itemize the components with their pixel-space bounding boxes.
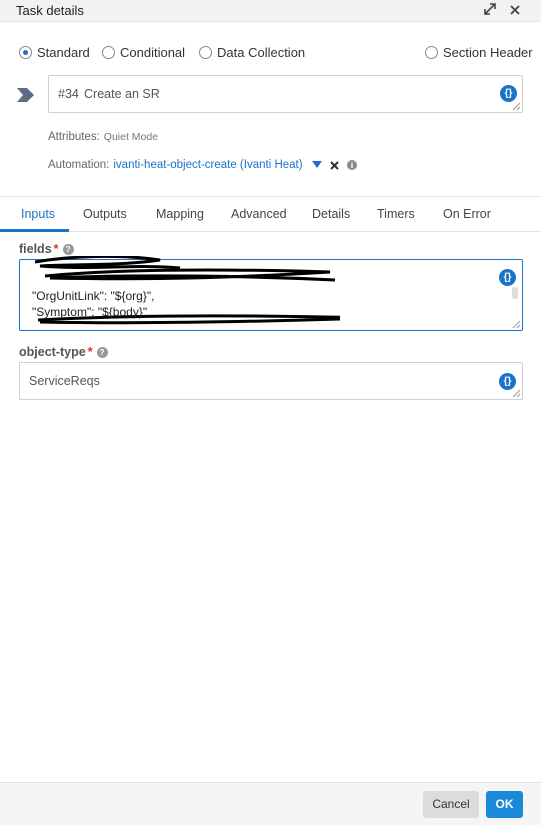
fields-textarea[interactable]: "OrgUnitLink": "${org}", "Symptom": "${b… xyxy=(19,256,523,331)
tab-bar: Inputs Outputs Mapping Advanced Details … xyxy=(0,196,541,232)
radio-dot xyxy=(19,45,32,59)
variable-picker-icon[interactable]: {} xyxy=(499,373,516,390)
resize-handle-icon[interactable] xyxy=(512,389,521,398)
code-line: "OrgUnitLink": "${org}", xyxy=(32,289,155,303)
resize-handle-icon[interactable] xyxy=(512,320,521,329)
object-type-label-text: object-type xyxy=(19,345,86,359)
resize-handle-icon[interactable] xyxy=(512,102,521,111)
attributes-label: Attributes: xyxy=(48,131,100,143)
radio-standard[interactable]: Standard xyxy=(19,43,90,61)
cancel-button[interactable]: Cancel xyxy=(423,791,479,818)
object-type-field[interactable]: ServiceReqs {} xyxy=(19,362,523,400)
dialog-footer: Cancel OK xyxy=(0,782,541,825)
required-marker: * xyxy=(53,242,59,256)
info-icon[interactable] xyxy=(346,160,357,170)
radio-label: Section Header xyxy=(443,44,533,60)
required-marker: * xyxy=(87,345,93,359)
scrollbar-thumb[interactable] xyxy=(512,287,518,299)
radio-label: Conditional xyxy=(120,44,186,60)
variable-picker-icon[interactable]: {} xyxy=(500,85,517,102)
automation-label: Automation: xyxy=(48,159,110,171)
object-type-label: object-type *? xyxy=(19,345,108,359)
automation-link[interactable]: ivanti-heat-object-create (Ivanti Heat) xyxy=(113,159,302,171)
help-icon[interactable]: ? xyxy=(62,244,74,255)
expand-icon[interactable] xyxy=(481,2,499,20)
variable-picker-icon[interactable]: {} xyxy=(499,269,516,286)
tab-outputs[interactable]: Outputs xyxy=(83,207,127,221)
chevron-right-icon[interactable] xyxy=(17,88,35,102)
radio-data-collection[interactable]: Data Collection xyxy=(199,43,305,61)
tab-on-error[interactable]: On Error xyxy=(443,207,491,221)
task-name-text: Create an SR xyxy=(84,87,160,101)
tab-advanced[interactable]: Advanced xyxy=(231,207,287,221)
ok-button[interactable]: OK xyxy=(486,791,523,818)
task-type-group: Standard Conditional Data Collection Sec… xyxy=(0,43,541,61)
automation-row: Automation: ivanti-heat-object-create (I… xyxy=(48,159,357,171)
active-tab-indicator xyxy=(0,229,69,232)
radio-dot xyxy=(199,45,212,59)
caret-down-icon[interactable] xyxy=(311,161,322,169)
radio-dot xyxy=(425,45,438,59)
object-type-value: ServiceReqs xyxy=(29,374,100,388)
fields-label-text: fields xyxy=(19,242,52,256)
tab-inputs[interactable]: Inputs xyxy=(21,207,55,221)
dialog-title: Task details xyxy=(16,3,84,18)
help-icon[interactable]: ? xyxy=(96,347,108,358)
close-icon[interactable] xyxy=(506,2,524,20)
tab-mapping[interactable]: Mapping xyxy=(156,207,204,221)
tab-details[interactable]: Details xyxy=(312,207,350,221)
radio-label: Standard xyxy=(37,44,90,60)
code-line: "Symptom": "${body}", xyxy=(32,305,151,319)
radio-label: Data Collection xyxy=(217,44,306,60)
remove-icon[interactable] xyxy=(329,160,339,170)
attributes-row: Attributes: Quiet Mode xyxy=(48,131,158,143)
radio-conditional[interactable]: Conditional xyxy=(102,43,185,61)
title-bar: Task details xyxy=(0,0,541,22)
tab-timers[interactable]: Timers xyxy=(377,207,415,221)
radio-section-header[interactable]: Section Header xyxy=(425,43,533,61)
fields-label: fields *? xyxy=(19,242,74,256)
task-number: #34 xyxy=(58,87,79,101)
attributes-value: Quiet Mode xyxy=(103,131,159,143)
radio-dot xyxy=(102,45,115,59)
task-name-field[interactable]: #34 Create an SR {} xyxy=(48,75,523,113)
